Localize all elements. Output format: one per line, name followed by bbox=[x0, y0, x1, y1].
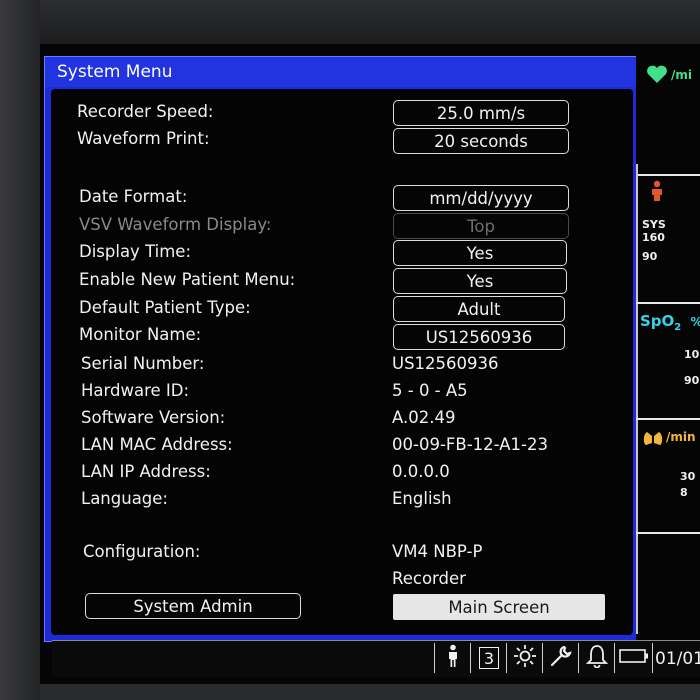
software-version-label: Software Version: bbox=[81, 408, 226, 427]
recorder-speed-label: Recorder Speed: bbox=[77, 102, 214, 121]
panel-divider-2 bbox=[636, 302, 700, 304]
panel-divider-3 bbox=[636, 418, 700, 420]
bell-icon bbox=[585, 644, 609, 672]
lungs-icon bbox=[642, 428, 664, 450]
language-label: Language: bbox=[81, 489, 168, 508]
spo2-low-limit: 90 bbox=[684, 374, 700, 387]
monitor-name-label: Monitor Name: bbox=[79, 325, 202, 344]
default-patient-type-label: Default Patient Type: bbox=[79, 298, 251, 317]
system-menu-window: System Menu Recorder Speed: 25.0 mm/s Wa… bbox=[44, 56, 642, 642]
recorder-count: 3 bbox=[479, 647, 499, 669]
lan-ip-address-value: 0.0.0.0 bbox=[392, 462, 450, 481]
vsv-waveform-display-label: VSV Waveform Display: bbox=[79, 215, 272, 234]
monitor-bezel-left bbox=[0, 0, 40, 700]
hr-unit: /mi bbox=[671, 68, 692, 82]
lan-mac-address-label: LAN MAC Address: bbox=[81, 435, 233, 454]
main-screen-button[interactable]: Main Screen bbox=[393, 594, 605, 620]
date-format-label: Date Format: bbox=[79, 187, 188, 206]
vsv-waveform-display-button: Top bbox=[393, 213, 569, 239]
resp-low-limit: 8 bbox=[680, 486, 688, 499]
brightness-button[interactable] bbox=[506, 643, 543, 673]
tools-button[interactable] bbox=[542, 643, 579, 673]
configuration-label: Configuration: bbox=[83, 542, 201, 561]
software-version-value: A.02.49 bbox=[392, 408, 456, 427]
configuration-value-recorder: Recorder bbox=[392, 569, 466, 588]
default-patient-type-button[interactable]: Adult bbox=[393, 296, 565, 322]
serial-number-label: Serial Number: bbox=[81, 354, 205, 373]
nbp-dia-limit: 90 bbox=[642, 250, 658, 263]
alarm-button[interactable] bbox=[578, 643, 615, 673]
panel-vertical-line bbox=[636, 164, 638, 634]
date-format-button[interactable]: mm/dd/yyyy bbox=[393, 185, 569, 211]
nbp-label: SYS bbox=[642, 218, 666, 231]
menu-body: Recorder Speed: 25.0 mm/s Waveform Print… bbox=[51, 89, 633, 635]
lan-mac-address-value: 00-09-FB-12-A1-23 bbox=[392, 435, 548, 454]
battery-status bbox=[614, 643, 653, 673]
system-admin-button[interactable]: System Admin bbox=[85, 593, 301, 619]
waveform-print-label: Waveform Print: bbox=[77, 129, 210, 148]
recorder-button[interactable]: 3 bbox=[470, 643, 507, 673]
display-time-button[interactable]: Yes bbox=[393, 240, 567, 266]
monitor-name-button[interactable]: US12560936 bbox=[393, 324, 565, 350]
panel-divider bbox=[636, 174, 700, 176]
panel-divider-4 bbox=[636, 532, 700, 534]
wrench-icon bbox=[549, 644, 573, 672]
patient-icon bbox=[446, 644, 460, 672]
configuration-value: VM4 NBP-P bbox=[392, 542, 483, 561]
language-value: English bbox=[392, 489, 452, 508]
brightness-icon bbox=[513, 644, 537, 672]
monitor-bezel-top bbox=[0, 0, 700, 44]
enable-new-patient-menu-button[interactable]: Yes bbox=[393, 268, 567, 294]
status-bar: 3 01/01 bbox=[52, 640, 700, 677]
date-display: 01/01 bbox=[655, 649, 700, 669]
resp-high-limit: 30 bbox=[680, 470, 696, 483]
enable-new-patient-menu-label: Enable New Patient Menu: bbox=[79, 270, 296, 289]
lan-ip-address-label: LAN IP Address: bbox=[81, 462, 211, 481]
spo2-high-limit: 10 bbox=[684, 348, 700, 361]
recorder-speed-button[interactable]: 25.0 mm/s bbox=[393, 100, 569, 126]
heart-icon bbox=[646, 64, 668, 88]
spo2-label: SpO2 % bbox=[640, 312, 700, 333]
waveform-print-button[interactable]: 20 seconds bbox=[393, 128, 569, 154]
nbp-person-icon bbox=[646, 180, 668, 206]
patient-button[interactable] bbox=[434, 643, 471, 673]
serial-number-value: US12560936 bbox=[392, 354, 499, 373]
menu-title: System Menu bbox=[45, 57, 641, 87]
resp-unit: /min bbox=[666, 430, 696, 444]
display-time-label: Display Time: bbox=[79, 242, 192, 261]
battery-icon bbox=[619, 648, 649, 668]
nbp-sys-limit: 160 bbox=[642, 231, 665, 244]
date-divider bbox=[652, 643, 654, 673]
monitor-screen: System Menu Recorder Speed: 25.0 mm/s Wa… bbox=[40, 44, 700, 684]
hardware-id-value: 5 - 0 - A5 bbox=[392, 381, 468, 400]
parameter-panel: /mi SYS 160 90 SpO2 % 10 90 /min 30 bbox=[636, 44, 700, 640]
hardware-id-label: Hardware ID: bbox=[81, 381, 190, 400]
